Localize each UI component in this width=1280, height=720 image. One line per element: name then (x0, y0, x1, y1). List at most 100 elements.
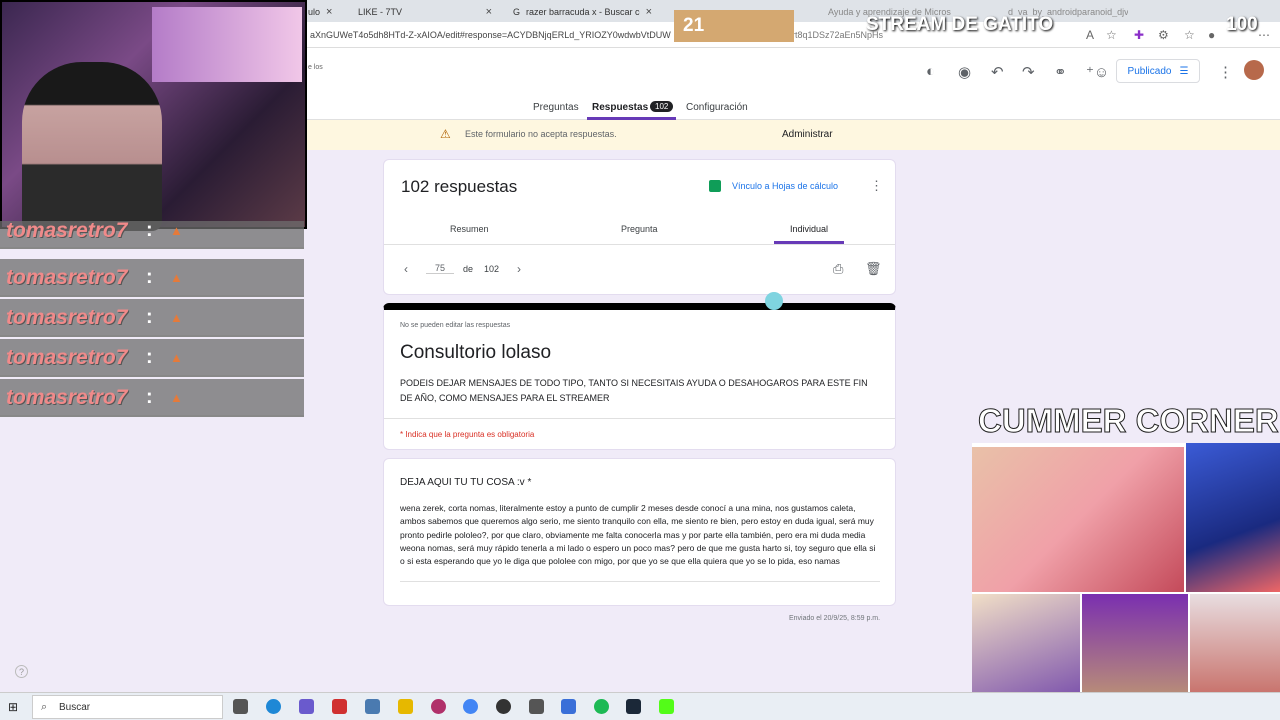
print-icon[interactable]: ⎙ (833, 261, 843, 277)
preview-eye-icon[interactable]: ◉ (958, 63, 971, 81)
manage-button[interactable]: Administrar (782, 129, 833, 140)
task-view-icon[interactable] (233, 699, 248, 714)
corner-image-collage (972, 443, 1280, 720)
webcam-overlay (0, 0, 307, 231)
chat-separator: : (146, 306, 153, 328)
redo-icon[interactable]: ↷ (1022, 63, 1035, 81)
chat-separator: : (146, 386, 153, 408)
app-icon[interactable] (299, 699, 314, 714)
goal-current: 21 (674, 10, 794, 42)
chat-emote-icon: ▲ (170, 310, 183, 325)
divider (384, 244, 895, 245)
form-description: PODEIS DEJAR MENSAJES DE TODO TIPO, TANT… (400, 378, 868, 403)
chat-emote-icon: ▲ (170, 350, 183, 365)
goal-title: STREAM DE GATITO (866, 14, 1054, 35)
windows-taskbar: ⊞ ⌕ Buscar (0, 692, 1280, 720)
chat-username: tomasretro7 (6, 386, 128, 409)
tab-responses[interactable]: Respuestas (592, 102, 648, 113)
webcam-background-poster (152, 7, 302, 82)
chat-message: tomasretro7: ▲ (0, 221, 304, 249)
collage-image (1186, 443, 1280, 592)
close-icon[interactable]: × (326, 6, 332, 18)
next-response-icon[interactable]: › (517, 262, 521, 276)
chat-emote-icon: ▲ (170, 270, 183, 285)
app-icon[interactable] (431, 699, 446, 714)
previous-response-icon[interactable]: ‹ (404, 262, 408, 276)
mascot-sticker (765, 292, 783, 310)
browser-tab[interactable]: Grazer barracuda x - Buscar con G × (505, 2, 660, 22)
more-vert-icon[interactable]: ⋮ (870, 178, 883, 194)
app-icon[interactable] (496, 699, 511, 714)
search-icon: ⌕ (41, 701, 48, 713)
sent-timestamp: Enviado el 20/9/25, 8:59 p.m. (789, 615, 881, 622)
app-icon[interactable] (332, 699, 347, 714)
file-explorer-icon[interactable] (398, 699, 413, 714)
avatar[interactable] (1244, 60, 1264, 80)
tab-settings[interactable]: Configuración (686, 102, 748, 113)
answer-underline (400, 581, 880, 582)
app-icon[interactable] (529, 699, 544, 714)
chat-message: tomasretro7: ▲ (0, 259, 304, 297)
chat-message: tomasretro7: ▲ (0, 339, 304, 377)
steam-icon[interactable] (626, 699, 641, 714)
more-vert-icon[interactable]: ⋮ (1218, 63, 1233, 81)
close-icon[interactable]: × (646, 6, 652, 18)
add-collaborator-icon[interactable]: ⁺☺ (1086, 63, 1109, 81)
subtab-question[interactable]: Pregunta (621, 224, 658, 234)
link-icon[interactable]: ⚭ (1054, 63, 1067, 81)
sheets-link[interactable]: Vínculo a Hojas de cálculo (732, 181, 838, 191)
chat-separator: : (146, 346, 153, 368)
question-label: DEJA AQUI TU TU COSA :v * (400, 477, 532, 488)
chat-emote-icon: ▲ (170, 223, 183, 238)
close-icon[interactable]: × (486, 6, 492, 18)
pager-total: 102 (484, 264, 500, 274)
chat-separator: : (146, 221, 153, 241)
responses-title: 102 respuestas (401, 177, 518, 196)
delete-icon[interactable]: 🗑 (865, 261, 882, 277)
undo-icon[interactable]: ↶ (991, 63, 1004, 81)
sheets-icon[interactable] (709, 180, 721, 192)
publish-label: Publicado (1127, 65, 1172, 77)
closed-form-banner: ⚠ Este formulario no acepta respuestas. … (305, 120, 1280, 150)
response-number-input[interactable]: 75 (426, 263, 454, 274)
tab-label: ulo (308, 7, 321, 17)
spotify-icon[interactable] (594, 699, 609, 714)
chat-separator: : (146, 266, 153, 288)
windows-start-icon[interactable]: ⊞ (8, 700, 18, 714)
chat-emote-icon: ▲ (170, 390, 183, 405)
responses-count-badge: 102 (650, 101, 674, 112)
app-icon[interactable] (365, 699, 380, 714)
palette-icon[interactable]: ◐ (926, 63, 935, 80)
chat-username: tomasretro7 (6, 221, 128, 242)
help-icon[interactable]: ? (15, 665, 28, 678)
no-edit-notice: No se pueden editar las respuestas (400, 322, 511, 329)
publish-button[interactable]: Publicado ☰ (1116, 59, 1200, 83)
search-label: Buscar (59, 702, 91, 713)
tab-label: razer barracuda x - Buscar con G (526, 7, 640, 17)
banner-text: Este formulario no acepta respuestas. (465, 129, 617, 139)
browser-tab[interactable]: LIKE - 7TV × (350, 2, 500, 22)
form-closed-icon: ⚠ (440, 127, 451, 141)
doc-title-fragment: e los (308, 64, 323, 71)
chat-username: tomasretro7 (6, 306, 128, 329)
divider (384, 418, 895, 419)
subtab-individual[interactable]: Individual (790, 224, 828, 234)
pager-of-label: de (463, 264, 474, 274)
chrome-icon[interactable] (463, 699, 478, 714)
collage-image (972, 447, 1184, 592)
form-title: Consultorio lolaso (400, 342, 552, 363)
url-text[interactable]: aXnGUWeT4o5dh8HTd-Z-xAIOA/edit#response=… (310, 30, 671, 40)
taskbar-search[interactable]: ⌕ Buscar (32, 695, 223, 719)
tab-questions[interactable]: Preguntas (533, 102, 579, 113)
answer-card: DEJA AQUI TU TU COSA :v * wena zerek, co… (383, 458, 896, 606)
edge-icon[interactable] (266, 699, 281, 714)
corner-title: CUMMER CORNER (978, 402, 1279, 440)
required-note: * Indica que la pregunta es obligatoria (400, 430, 535, 439)
subtab-summary[interactable]: Resumen (450, 224, 489, 234)
chat-username: tomasretro7 (6, 346, 128, 369)
kick-icon[interactable] (659, 699, 674, 714)
app-icon[interactable] (561, 699, 576, 714)
goal-target: 100 (1226, 14, 1258, 35)
chat-username: tomasretro7 (6, 266, 128, 289)
chat-message: tomasretro7: ▲ (0, 379, 304, 417)
